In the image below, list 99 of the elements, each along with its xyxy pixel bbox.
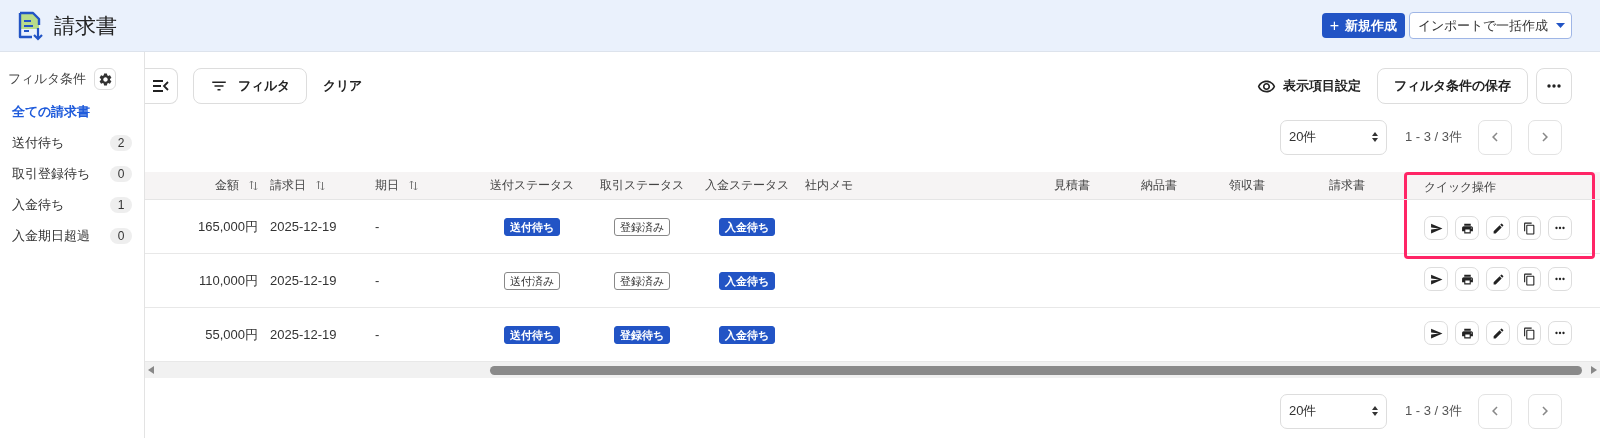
scrollbar-thumb[interactable] xyxy=(490,365,1582,375)
status-badge: 送付待ち xyxy=(503,325,560,344)
table-cell-text: - xyxy=(374,326,381,344)
status-badge: 登録済み xyxy=(613,271,670,290)
column-header: 送付ステータス xyxy=(489,177,574,194)
column-header: 社内メモ xyxy=(805,177,853,194)
sidebar-item-label: 入金待ち xyxy=(12,195,64,214)
more-button[interactable] xyxy=(1548,216,1572,240)
status-badge: 登録済み xyxy=(613,217,670,236)
column-header: 請求日 xyxy=(270,177,306,194)
send-icon xyxy=(1429,221,1443,235)
print-button[interactable] xyxy=(1455,267,1479,291)
column-header: 領収書 xyxy=(1228,177,1265,194)
caret-icon xyxy=(1556,23,1565,28)
count-badge: 1 xyxy=(110,196,132,213)
count-badge: 2 xyxy=(110,134,132,151)
copy-icon xyxy=(1522,326,1536,340)
status-badge: 入金待ち xyxy=(718,325,775,344)
copy-button[interactable] xyxy=(1517,321,1541,345)
scroll-left-icon[interactable] xyxy=(147,365,155,375)
sidebar-item[interactable]: 全ての請求書 xyxy=(8,96,136,127)
page-size-select[interactable]: 20件 xyxy=(1279,393,1387,429)
collapse-icon xyxy=(152,79,170,93)
table-cell-text: 2025-12-19 xyxy=(269,272,338,290)
spinner-icon xyxy=(1371,406,1378,416)
table-cell-text: 2025-12-19 xyxy=(269,218,338,236)
sidebar-item-label: 送付待ち xyxy=(12,133,64,152)
sidebar-item-label: 取引登録待ち xyxy=(12,164,90,183)
sidebar-item-label: 全ての請求書 xyxy=(12,102,90,121)
sidebar-item[interactable]: 入金期日超過 0 xyxy=(8,220,136,251)
status-badge: 送付済み xyxy=(503,271,560,290)
scroll-right-icon[interactable] xyxy=(1590,365,1598,375)
table-cell-text: - xyxy=(374,272,381,290)
page-title: 請求書 xyxy=(54,12,117,39)
clear-link[interactable]: クリア xyxy=(307,77,378,95)
page-size-select[interactable]: 20件 xyxy=(1279,119,1387,155)
pencil-icon xyxy=(1491,326,1505,340)
sidebar-item[interactable]: 入金待ち 1 xyxy=(8,189,136,220)
status-badge: 入金待ち xyxy=(718,217,775,236)
print-icon xyxy=(1460,221,1474,235)
status-badge: 登録待ち xyxy=(613,325,670,344)
sort-icon[interactable] xyxy=(409,180,418,191)
column-header: 請求書 xyxy=(1328,177,1365,194)
print-icon xyxy=(1460,272,1474,286)
pencil-button[interactable] xyxy=(1486,321,1510,345)
column-header: 取引ステータス xyxy=(599,177,684,194)
send-icon xyxy=(1429,326,1443,340)
more-button[interactable] xyxy=(1548,321,1572,345)
collapse-sidebar-button[interactable] xyxy=(145,68,178,104)
import-dropdown[interactable]: インポートで一括作成 xyxy=(1409,12,1572,39)
table-cell-text: 55,000円 xyxy=(204,325,259,344)
settings-button[interactable] xyxy=(94,68,116,90)
copy-icon xyxy=(1522,272,1536,286)
column-header: 見積書 xyxy=(1053,177,1090,194)
new-button[interactable]: + 新規作成 xyxy=(1321,13,1405,38)
column-header: 金額 xyxy=(215,177,239,194)
count-badge: 0 xyxy=(110,227,132,244)
column-header: クイック操作 xyxy=(1424,178,1496,196)
print-button[interactable] xyxy=(1455,216,1479,240)
column-settings-button[interactable]: 表示項目設定 xyxy=(1241,76,1377,96)
sidebar-item[interactable]: 送付待ち 2 xyxy=(8,127,136,158)
table-cell-text: 110,000円 xyxy=(197,271,259,290)
copy-icon xyxy=(1522,221,1536,235)
pencil-button[interactable] xyxy=(1486,216,1510,240)
filter-button[interactable]: フィルタ xyxy=(193,68,307,104)
column-header: 期日 xyxy=(375,177,399,194)
status-badge: 送付待ち xyxy=(503,217,560,236)
send-button[interactable] xyxy=(1424,216,1448,240)
more-button[interactable] xyxy=(1548,267,1572,291)
more-button[interactable] xyxy=(1536,68,1572,104)
status-badge: 入金待ち xyxy=(718,271,775,290)
spinner-icon xyxy=(1371,132,1378,142)
print-icon xyxy=(1460,326,1474,340)
send-button[interactable] xyxy=(1424,321,1448,345)
save-filter-button[interactable]: フィルタ条件の保存 xyxy=(1377,68,1528,104)
pencil-button[interactable] xyxy=(1486,267,1510,291)
copy-button[interactable] xyxy=(1517,216,1541,240)
pencil-icon xyxy=(1491,221,1505,235)
page-range: 1 - 3 / 3件 xyxy=(1404,402,1462,420)
table-cell-text: 2025-12-19 xyxy=(269,326,338,344)
sort-icon[interactable] xyxy=(316,180,325,191)
sidebar-item[interactable]: 取引登録待ち 0 xyxy=(8,158,136,189)
copy-button[interactable] xyxy=(1517,267,1541,291)
gear-icon xyxy=(97,71,113,87)
sort-icon[interactable] xyxy=(249,180,258,191)
send-icon xyxy=(1429,272,1443,286)
pencil-icon xyxy=(1491,272,1505,286)
column-header: 入金ステータス xyxy=(704,177,789,194)
page-range: 1 - 3 / 3件 xyxy=(1404,128,1462,146)
table-cell-text: - xyxy=(374,218,381,236)
print-button[interactable] xyxy=(1455,321,1479,345)
invoice-logo-icon xyxy=(18,10,44,41)
column-header: 納品書 xyxy=(1141,177,1177,194)
sidebar-item-label: 入金期日超過 xyxy=(12,226,90,245)
table-cell-text: 165,000円 xyxy=(197,217,259,236)
sidebar-title: フィルタ条件 xyxy=(8,70,86,88)
send-button[interactable] xyxy=(1424,267,1448,291)
count-badge: 0 xyxy=(110,165,132,182)
more-icon xyxy=(1547,84,1561,88)
